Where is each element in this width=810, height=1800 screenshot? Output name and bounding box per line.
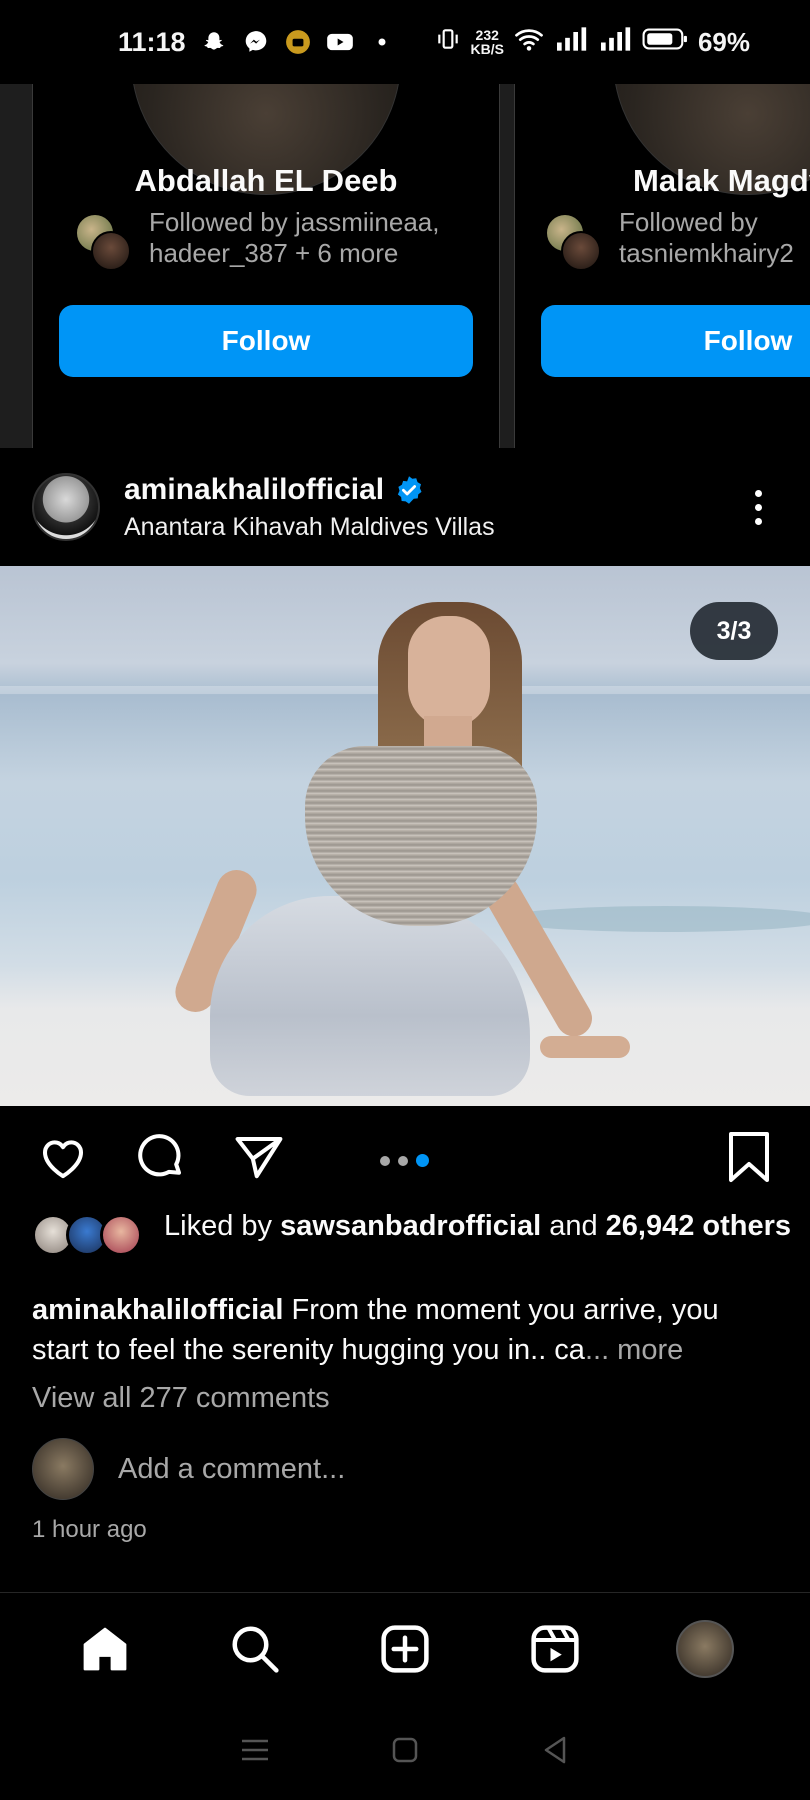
network-speed: 232 KB/S <box>470 27 504 57</box>
likes-summary[interactable]: Liked by sawsanbadrofficial and 26,942 o… <box>32 1208 792 1260</box>
avatar <box>100 1214 142 1256</box>
carousel-dot <box>398 1155 408 1166</box>
followed-by-text: hadeer_387 + 6 more <box>149 238 399 268</box>
wifi-icon <box>514 24 544 61</box>
bottom-navigation <box>0 1592 810 1704</box>
app-notification-icon <box>284 28 312 56</box>
avatar <box>676 1619 734 1678</box>
suggestion-card[interactable]: Abdallah EL Deeb Followed by jassmiineaa… <box>32 84 500 448</box>
mutual-followers: Followed by tasniemkhairy2 <box>545 207 794 271</box>
liker-username[interactable]: sawsanbadrofficial <box>280 1210 541 1242</box>
follow-button[interactable]: Follow <box>59 305 473 377</box>
post-header: aminakhalilofficial Anantara Kihavah Mal… <box>0 448 810 566</box>
followed-by-text: Followed by jassmiineaa, <box>149 207 440 237</box>
status-bar: 11:18 232 KB/S 69% <box>0 0 810 84</box>
post-image[interactable]: 3/3 <box>0 566 810 1106</box>
caption-more-link[interactable]: ... more <box>585 1334 683 1366</box>
youtube-icon <box>326 28 354 56</box>
vibrate-icon <box>435 26 461 59</box>
create-post-icon[interactable] <box>375 1619 435 1679</box>
post-caption[interactable]: aminakhalilofficial From the moment you … <box>32 1290 782 1370</box>
avatar <box>32 1438 94 1500</box>
carousel-dot-active <box>416 1154 429 1167</box>
clock: 11:18 <box>118 26 186 57</box>
home-icon[interactable] <box>75 1619 135 1679</box>
view-all-comments-link[interactable]: View all 277 comments <box>32 1382 330 1415</box>
follow-button[interactable]: Follow <box>541 305 810 377</box>
mutual-follower-avatars <box>75 207 131 271</box>
likes-count[interactable]: 26,942 <box>606 1210 695 1242</box>
carousel-indicator <box>380 1154 429 1167</box>
search-icon[interactable] <box>225 1619 285 1679</box>
comment-icon[interactable] <box>134 1130 188 1184</box>
avatar <box>561 231 601 271</box>
followed-by-text: Followed by <box>619 207 758 237</box>
like-heart-icon[interactable] <box>36 1130 90 1184</box>
post-action-bar <box>0 1106 810 1208</box>
back-icon[interactable] <box>538 1733 572 1772</box>
signal-strength-icon <box>554 25 588 60</box>
image-counter-badge: 3/3 <box>690 602 778 660</box>
liker-avatars <box>32 1210 148 1260</box>
snapchat-icon <box>200 28 228 56</box>
recent-apps-icon[interactable] <box>238 1733 272 1772</box>
avatar <box>91 231 131 271</box>
signal-strength-2-icon <box>598 25 632 60</box>
add-comment-input[interactable]: Add a comment... <box>118 1453 345 1486</box>
messenger-icon <box>242 28 270 56</box>
likes-text[interactable]: Liked by sawsanbadrofficial and 26,942 o… <box>164 1208 791 1244</box>
system-navigation-bar <box>0 1704 810 1800</box>
mutual-followers: Followed by jassmiineaa, hadeer_387 + 6 … <box>75 207 439 271</box>
mutual-follower-avatars <box>545 207 601 271</box>
suggested-user-name[interactable]: Abdallah EL Deeb <box>33 163 499 199</box>
post-location[interactable]: Anantara Kihavah Maldives Villas <box>124 513 495 542</box>
suggested-user-name[interactable]: Malak Magdy <box>515 163 810 199</box>
battery-percentage: 69% <box>697 26 750 57</box>
more-notifications-dot-icon <box>368 28 396 56</box>
suggested-accounts: Abdallah EL Deeb Followed by jassmiineaa… <box>0 84 810 448</box>
reels-icon[interactable] <box>525 1619 585 1679</box>
verified-badge-icon <box>394 475 424 505</box>
post-author-avatar[interactable] <box>32 473 100 541</box>
share-send-icon[interactable] <box>232 1130 286 1184</box>
caption-username[interactable]: aminakhalilofficial <box>32 1294 283 1326</box>
suggestion-card[interactable]: Malak Magdy Followed by tasniemkhairy2 F… <box>514 84 810 448</box>
post-timestamp: 1 hour ago <box>32 1516 147 1543</box>
battery-icon <box>642 26 688 59</box>
home-button-icon[interactable] <box>388 1733 422 1772</box>
profile-avatar[interactable] <box>675 1619 735 1679</box>
add-comment-row[interactable]: Add a comment... <box>32 1438 345 1500</box>
post-options-button[interactable] <box>738 477 778 537</box>
carousel-dot <box>380 1155 390 1166</box>
bookmark-icon[interactable] <box>726 1130 772 1184</box>
followed-by-text: tasniemkhairy2 <box>619 238 794 268</box>
post-username[interactable]: aminakhalilofficial <box>124 473 384 507</box>
